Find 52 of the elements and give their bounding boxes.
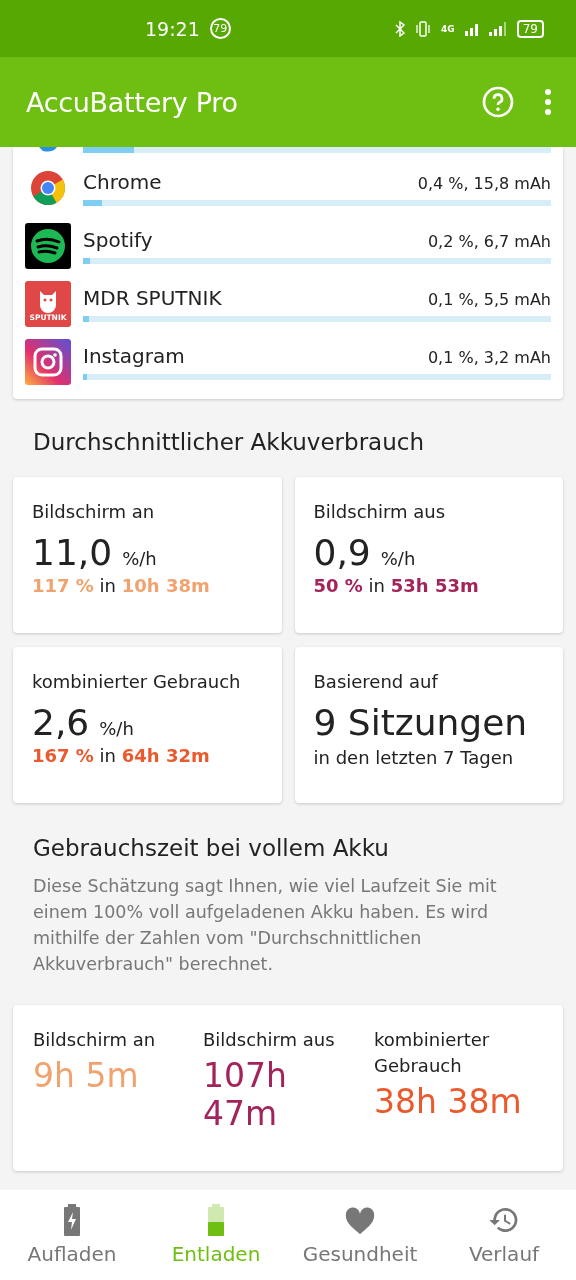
stat-note: in den letzten 7 Tagen [313, 747, 515, 768]
app-name: Chrome [83, 170, 162, 194]
network-type-label: 4G [441, 23, 455, 34]
stat-estimate: 117 % in 10h 38m [32, 575, 211, 596]
help-icon[interactable] [482, 86, 514, 118]
section-title: Gebrauchszeit bei vollem Akku [32, 834, 390, 863]
section-title: Durchschnittlicher Akkuverbrauch [32, 428, 425, 457]
app-name: MDR SPUTNIK [83, 286, 222, 310]
stat-label: Bildschirm aus [313, 501, 447, 522]
stat-estimate: 50 % in 53h 53m [313, 575, 480, 596]
nav-tab[interactable]: Aufladen [0, 1190, 144, 1280]
stat-unit: %/h [122, 548, 157, 569]
nav-tab[interactable]: Gesundheit [288, 1190, 432, 1280]
battery-percent-badge: 79 [209, 18, 231, 39]
app-name: Spotify [83, 228, 153, 252]
stat-value: 2,6 [32, 702, 90, 743]
battery-bolt-icon [63, 1204, 81, 1236]
cat-face-icon [40, 291, 56, 313]
runtime-value: 107h 47m [203, 1057, 288, 1133]
runtime-label: Bildschirm an [33, 1028, 157, 1052]
app-title: AccuBattery Pro [26, 86, 239, 118]
stat-value: 0,9 [313, 532, 371, 573]
stat-unit: %/h [99, 718, 134, 739]
runtime-value: 9h 5m [33, 1057, 140, 1095]
stat-label: Basierend auf [313, 671, 440, 692]
app-usage-value: 0,4 %, 15,8 mAh [417, 174, 551, 193]
battery-level-badge: 79 [516, 19, 544, 38]
status-time: 19:21 [145, 17, 200, 40]
section-description: Diese Schätzung sagt Ihnen, wie viel Laufzeit Sie mit einem 100% voll aufgeladenen Akku haben. Es wird mithilfe der Zahlen vom "Durchschnittlichen Akkuverbrauch" berechnet. [32, 875, 498, 976]
bluetooth-icon [395, 20, 406, 37]
spotify-icon [25, 223, 71, 269]
signal-icon [464, 21, 479, 36]
app-usage-value: 0,1 %, 3,2 mAh [427, 348, 551, 367]
app-usage-value: 0,1 %, 5,5 mAh [427, 290, 551, 309]
nav-tab[interactable]: Verlauf [432, 1190, 576, 1280]
battery-icon [207, 1204, 225, 1236]
stat-value: 11,0 [32, 532, 113, 573]
camera-icon [25, 339, 71, 385]
stat-unit: %/h [380, 548, 416, 569]
more-menu-icon[interactable] [544, 89, 552, 115]
runtime-label: Bildschirm aus [203, 1028, 336, 1052]
signal-icon [488, 21, 507, 36]
vibrate-icon [415, 20, 432, 37]
nav-tab[interactable]: Entladen [144, 1190, 288, 1280]
stat-value: 9 Sitzungen [313, 702, 528, 743]
app-name: Instagram [83, 344, 185, 368]
runtime-label: kombinierter Gebrauch [374, 1028, 491, 1078]
stat-estimate: 167 % in 64h 32m [32, 745, 211, 766]
app-usage-value: 0,2 %, 6,7 mAh [427, 232, 551, 251]
stat-label: Bildschirm an [32, 501, 156, 522]
runtime-value: 38h 38m [374, 1083, 523, 1121]
stat-label: kombinierter Gebrauch [32, 671, 242, 692]
